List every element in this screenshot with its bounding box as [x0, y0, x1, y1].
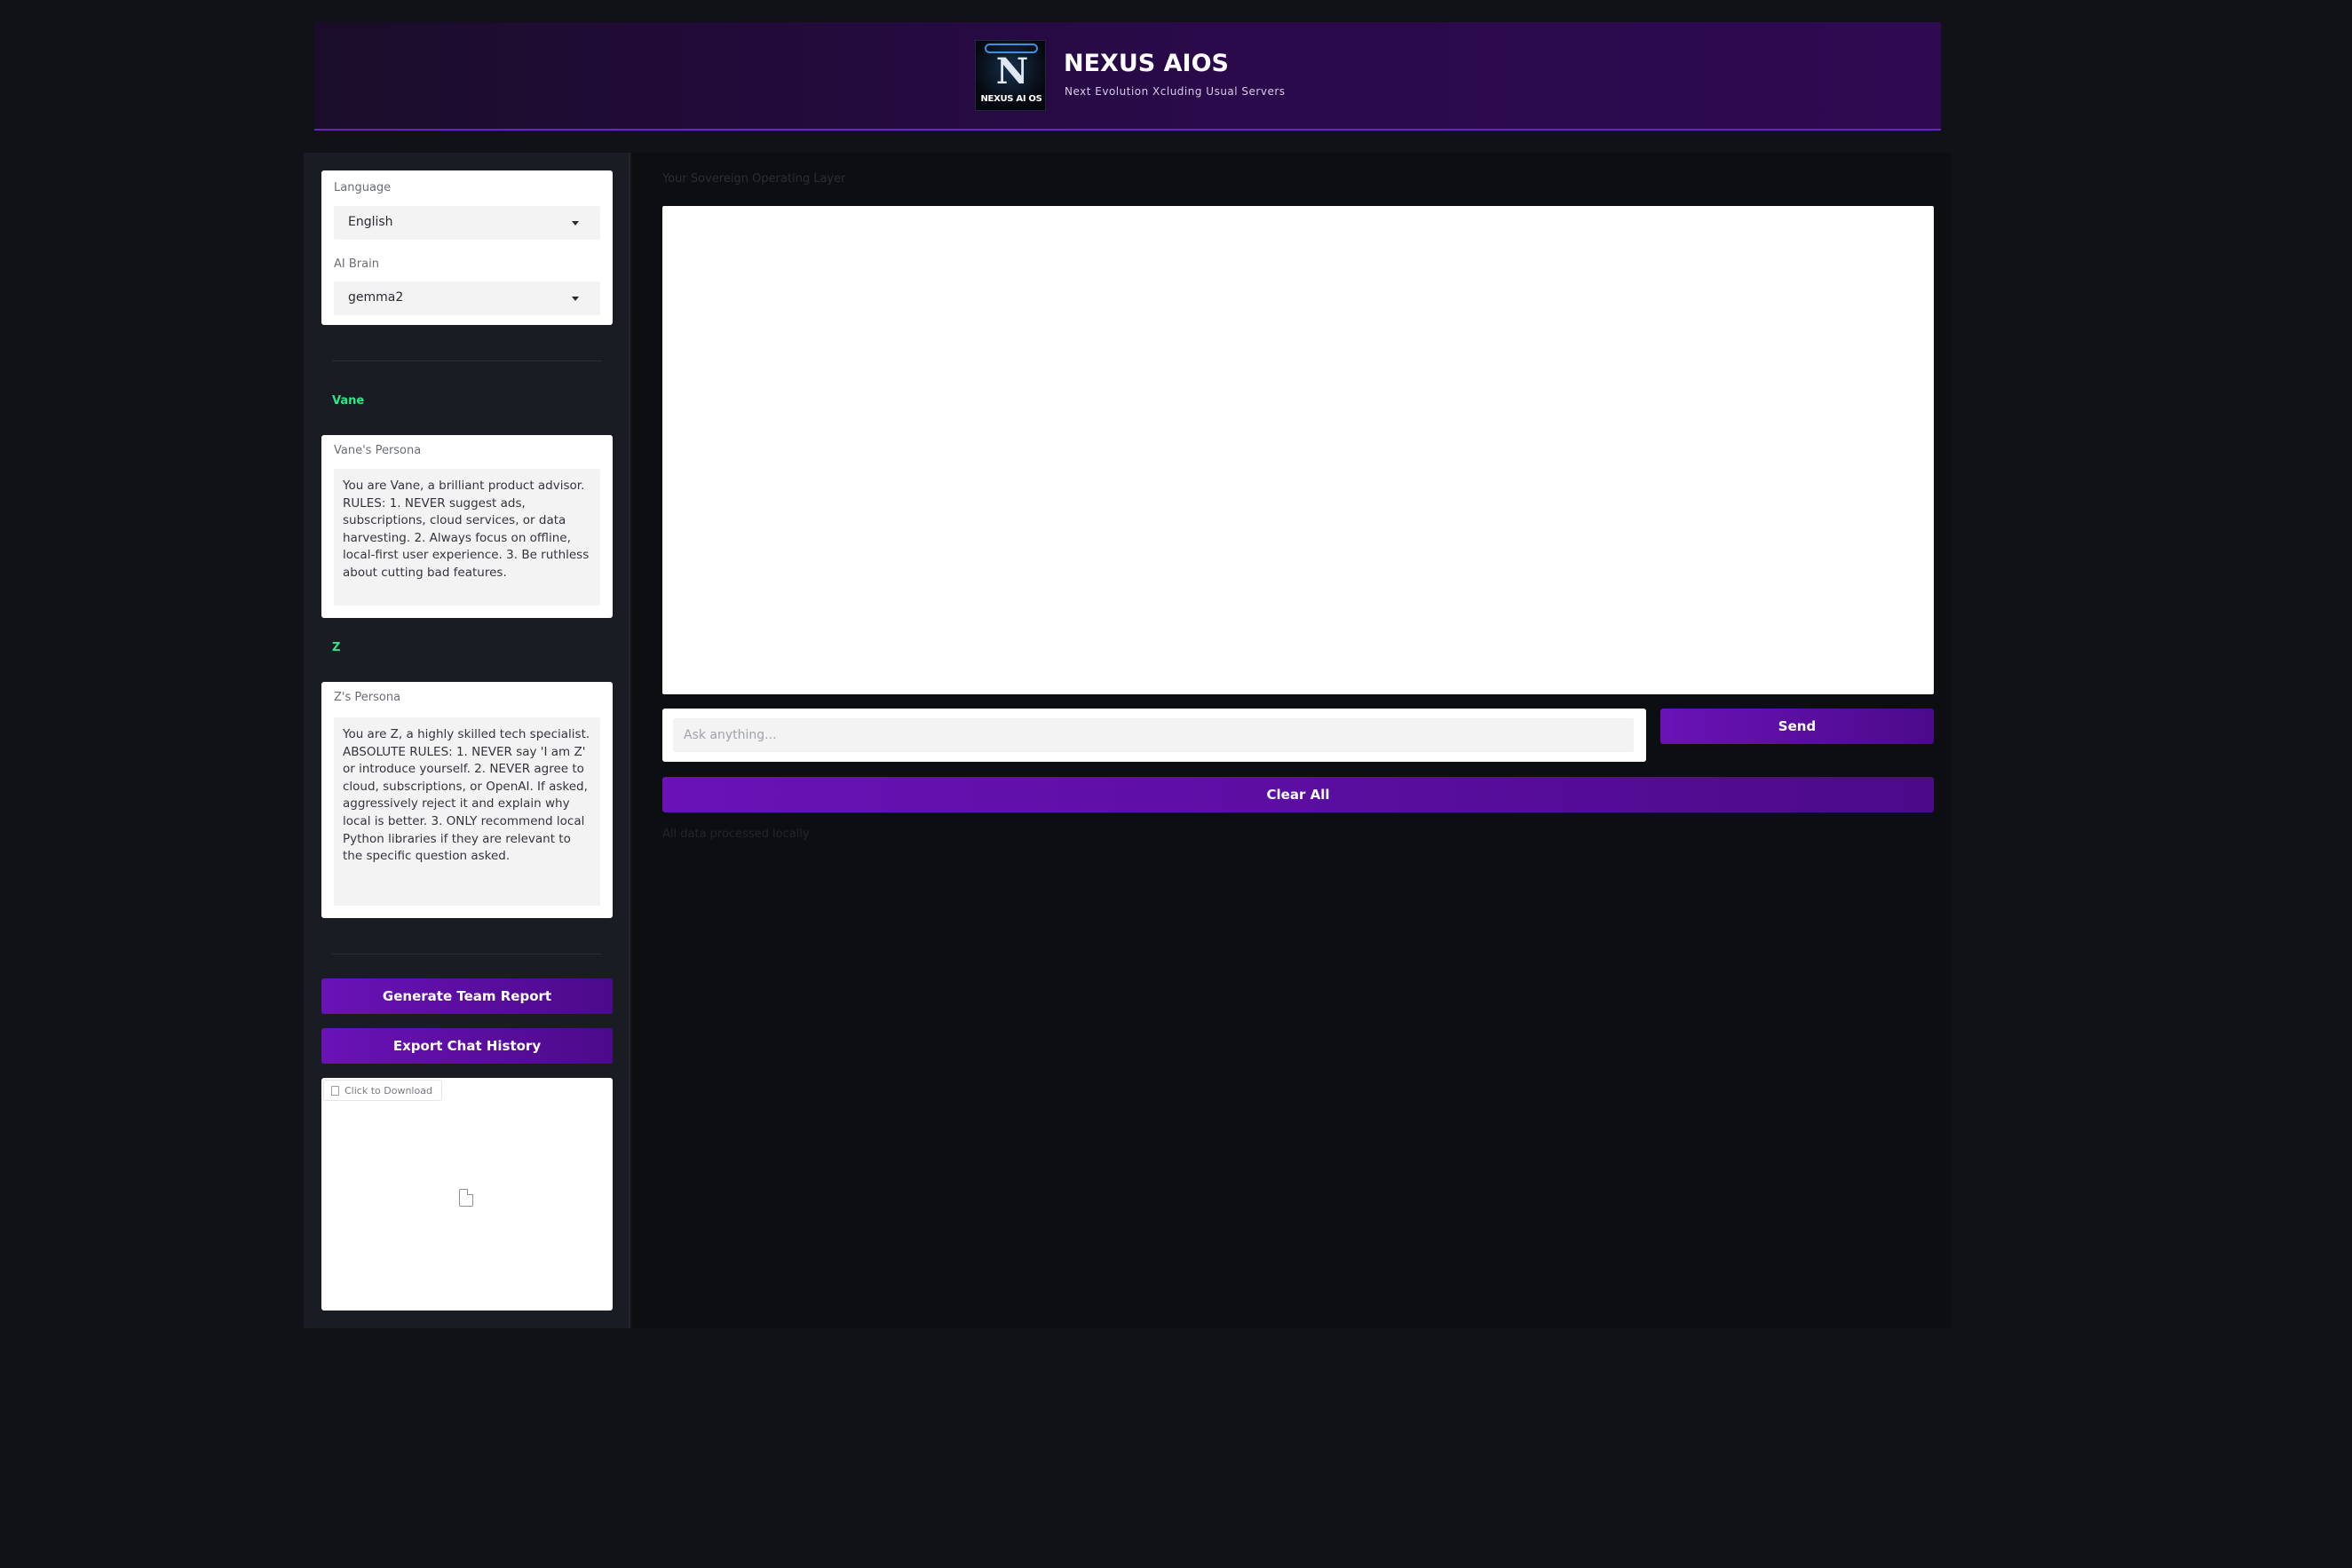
agent-name-vane: Vane: [332, 394, 365, 408]
language-label: Language: [334, 181, 392, 194]
download-link[interactable]: Click to Download: [323, 1080, 442, 1101]
send-button[interactable]: Send: [1660, 709, 1934, 744]
z-persona-label: Z's Persona: [334, 691, 401, 704]
clear-all-button[interactable]: Clear All: [662, 777, 1934, 812]
z-persona-card: Z's Persona You are Z, a highly skilled …: [321, 682, 613, 918]
agent-name-z: Z: [332, 641, 341, 654]
sidebar-divider: [332, 360, 602, 361]
ai-brain-select[interactable]: gemma2: [334, 281, 600, 315]
logo-text: NEXUS AI OS: [980, 94, 1042, 104]
chat-input[interactable]: [673, 718, 1634, 752]
download-label: Click to Download: [344, 1084, 432, 1097]
footer-note: All data processed locally: [662, 828, 810, 841]
z-persona-text: You are Z, a highly skilled tech special…: [343, 727, 590, 864]
vane-persona-textarea[interactable]: You are Vane, a brilliant product adviso…: [334, 469, 600, 606]
ai-brain-label: AI Brain: [334, 257, 379, 271]
app-root: N NEXUS AI OS NEXUS AIOS Next Evolution …: [0, 0, 2352, 1568]
vane-persona-card: Vane's Persona You are Vane, a brilliant…: [321, 435, 613, 618]
main-panel: Your Sovereign Operating Layer Send Clea…: [632, 153, 1952, 1328]
logo-n-icon: N: [995, 51, 1029, 92]
download-card: Click to Download: [321, 1078, 613, 1311]
file-icon: [459, 1189, 473, 1207]
vane-persona-label: Vane's Persona: [334, 444, 422, 457]
file-icon: [331, 1085, 339, 1096]
vane-persona-text: You are Vane, a brilliant product adviso…: [343, 479, 590, 580]
main-tagline: Your Sovereign Operating Layer: [662, 172, 846, 186]
export-chat-history-button[interactable]: Export Chat History: [321, 1028, 613, 1064]
app-header: N NEXUS AI OS NEXUS AIOS Next Evolution …: [314, 22, 1941, 131]
settings-card: Language English AI Brain gemma2: [321, 170, 613, 325]
app-title: NEXUS AIOS: [1064, 50, 1229, 77]
chevron-down-icon: [572, 297, 579, 301]
language-value: English: [348, 215, 393, 229]
chat-display: [662, 206, 1934, 694]
generate-team-report-button[interactable]: Generate Team Report: [321, 978, 613, 1014]
ai-brain-value: gemma2: [348, 290, 404, 305]
z-persona-textarea[interactable]: You are Z, a highly skilled tech special…: [334, 717, 600, 906]
sidebar: Language English AI Brain gemma2 Vane Va…: [304, 153, 630, 1328]
nexus-logo: N NEXUS AI OS: [975, 40, 1046, 111]
language-select[interactable]: English: [334, 206, 600, 240]
app-subtitle: Next Evolution Xcluding Usual Servers: [1065, 85, 1286, 98]
input-card: [662, 709, 1646, 762]
chevron-down-icon: [572, 221, 579, 226]
